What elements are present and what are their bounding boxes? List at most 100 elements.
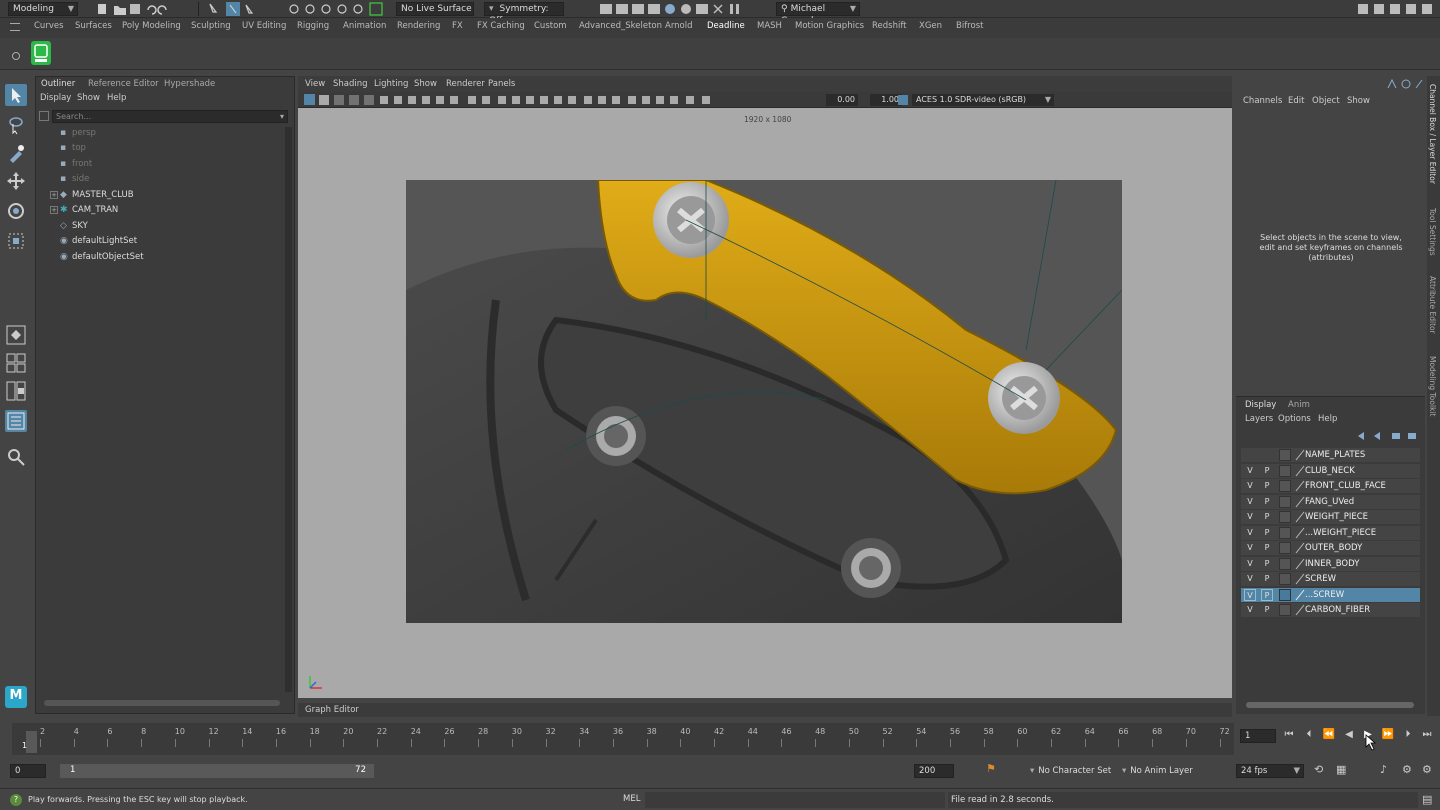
rotate-tool[interactable] — [5, 200, 27, 222]
current-frame-marker[interactable] — [26, 731, 37, 753]
animation-start-field[interactable]: 0 — [10, 764, 46, 778]
layer-playback-toggle[interactable]: P — [1261, 604, 1273, 616]
layer-color-swatch[interactable] — [1279, 558, 1291, 570]
render-tools[interactable] — [598, 2, 748, 16]
expand-master-club-icon[interactable]: + — [50, 191, 58, 199]
character-set-dropdown[interactable]: ▾ No Character Set — [1030, 764, 1114, 778]
viewport-menu-lighting[interactable]: Lighting — [374, 79, 408, 89]
command-input[interactable] — [645, 792, 945, 808]
current-frame-field[interactable]: 1 — [1240, 729, 1276, 743]
outliner-item-sky[interactable]: ◇ SKY — [60, 219, 88, 233]
shelf-menu-icon[interactable] — [10, 23, 20, 31]
shelf-tab-custom[interactable]: Custom — [534, 21, 567, 31]
layer-visibility-toggle[interactable]: V — [1244, 558, 1256, 570]
outliner-layout[interactable] — [5, 410, 27, 432]
layer-visibility-toggle[interactable]: V — [1244, 480, 1256, 492]
outliner-search-input[interactable]: Search... ▾ — [52, 110, 288, 123]
viewport-menu-shading[interactable]: Shading — [333, 79, 368, 89]
shelf-tab-mash[interactable]: MASH — [757, 21, 782, 31]
layer-color-swatch[interactable] — [1279, 542, 1291, 554]
side-tab-tool-settings[interactable]: Tool Settings — [1428, 208, 1437, 256]
layer-color-swatch[interactable] — [1279, 496, 1291, 508]
live-surface-field[interactable]: No Live Surface — [396, 2, 474, 16]
layer-playback-toggle[interactable] — [1261, 449, 1273, 461]
step-back-frame-button[interactable]: ⏴ — [1302, 728, 1316, 742]
mode-dropdown[interactable]: Modeling ▼ — [8, 2, 78, 16]
shelf-tab-deadline[interactable]: Deadline — [707, 21, 745, 31]
sound-icon[interactable]: ♪ — [1380, 763, 1387, 776]
layer-visibility-toggle[interactable]: V — [1244, 542, 1256, 554]
layer-visibility-toggle[interactable] — [1244, 449, 1256, 461]
channel-menu-show[interactable]: Show — [1347, 96, 1370, 106]
layer-playback-toggle[interactable]: P — [1261, 527, 1273, 539]
color-management-icon[interactable] — [898, 95, 908, 105]
filter-icon[interactable] — [39, 111, 49, 121]
outliner-item-front[interactable]: ▪ front — [60, 157, 92, 171]
channel-box-tools[interactable] — [1386, 78, 1426, 90]
four-view-layout[interactable] — [5, 352, 27, 374]
shelf-tab-animation[interactable]: Animation — [343, 21, 386, 31]
lasso-tool[interactable] — [5, 114, 27, 136]
outliner-item-default-light-set[interactable]: ◉ defaultLightSet — [60, 234, 137, 248]
paint-select-tool[interactable] — [5, 142, 27, 164]
step-forward-frame-button[interactable]: ⏵ — [1401, 728, 1415, 742]
tab-hypershade[interactable]: Hypershade — [164, 79, 215, 89]
single-perspective-layout[interactable] — [5, 324, 27, 346]
viewport-menu-show[interactable]: Show — [414, 79, 437, 89]
layer-row-front-club-face[interactable]: V P FRONT_CLUB_FACE — [1241, 479, 1420, 493]
layer-visibility-toggle[interactable]: V — [1244, 604, 1256, 616]
viewport-panel-tools[interactable] — [304, 94, 804, 106]
shelf-tab-poly-modeling[interactable]: Poly Modeling — [122, 21, 181, 31]
go-to-start-button[interactable]: ⏮ — [1282, 728, 1296, 742]
side-tab-channel-box[interactable]: Channel Box / Layer Editor — [1428, 84, 1437, 184]
layer-row-name-plates[interactable]: NAME_PLATES — [1241, 448, 1420, 462]
shelf-tab-arnold[interactable]: Arnold — [665, 21, 693, 31]
viewport-menu-renderer[interactable]: Renderer — [446, 79, 485, 89]
layer-menu-layers[interactable]: Layers — [1245, 414, 1273, 424]
layer-color-swatch[interactable] — [1279, 480, 1291, 492]
script-editor-icon[interactable]: ▤ — [1422, 793, 1432, 806]
channel-menu-channels[interactable]: Channels — [1243, 96, 1282, 106]
step-forward-key-button[interactable]: ⏩ — [1381, 728, 1395, 742]
side-tab-modeling-toolkit[interactable]: Modeling Toolkit — [1428, 356, 1437, 416]
select-tool[interactable] — [5, 84, 27, 106]
channel-menu-edit[interactable]: Edit — [1288, 96, 1304, 106]
layer-color-swatch[interactable] — [1279, 465, 1291, 477]
viewport-menu-view[interactable]: View — [305, 79, 325, 89]
tab-reference-editor[interactable]: Reference Editor — [88, 79, 159, 89]
layer-row-club-neck[interactable]: V P CLUB_NECK — [1241, 464, 1420, 478]
loop-icon[interactable]: ⟲ — [1314, 763, 1323, 776]
tab-display-layers[interactable]: Display — [1245, 400, 1276, 410]
fps-dropdown[interactable]: 24 fps ▼ — [1236, 764, 1304, 778]
playback-range-bar[interactable]: 1 72 — [60, 764, 374, 778]
shelf-tab-advanced-skeleton[interactable]: Advanced_Skeleton — [579, 21, 662, 31]
expand-cam-tran-icon[interactable]: + — [50, 206, 58, 214]
layer-color-swatch[interactable] — [1279, 604, 1291, 616]
layer-playback-toggle[interactable]: P — [1261, 496, 1273, 508]
layer-visibility-toggle[interactable]: V — [1244, 527, 1256, 539]
layer-row-weight-piece[interactable]: V P WEIGHT_PIECE — [1241, 510, 1420, 524]
layer-playback-toggle[interactable]: P — [1261, 542, 1273, 554]
playback-options-icon[interactable]: ⚙ — [1422, 763, 1432, 776]
tab-outliner[interactable]: Outliner — [41, 79, 75, 89]
menu-help[interactable]: Help — [107, 93, 126, 103]
time-slider-track[interactable]: 1 2 4 6 8 10 12 14 16 18 20 22 24 26 28 30 32 34 36 38 40 42… — [12, 723, 1234, 755]
layer-playback-toggle[interactable]: P — [1261, 558, 1273, 570]
outliner-item-persp[interactable]: ▪ persp — [60, 126, 96, 140]
symmetry-dropdown[interactable]: ▾Symmetry: Off — [484, 2, 564, 26]
layer-playback-toggle[interactable]: P — [1261, 465, 1273, 477]
layer-row-screw-2[interactable]: V P ...SCREW — [1241, 588, 1420, 602]
shelf-tab-surfaces[interactable]: Surfaces — [75, 21, 112, 31]
channel-menu-object[interactable]: Object — [1312, 96, 1340, 106]
layer-row-inner-body[interactable]: V P INNER_BODY — [1241, 557, 1420, 571]
step-back-key-button[interactable]: ⏪ — [1322, 728, 1336, 742]
exposure-field[interactable]: 0.00 — [826, 94, 858, 106]
viewport-menu-panels[interactable]: Panels — [488, 79, 515, 89]
scale-tool[interactable] — [5, 230, 27, 252]
play-backwards-button[interactable]: ◀ — [1342, 728, 1356, 742]
selection-snap-tools[interactable] — [206, 2, 386, 16]
outliner-item-top[interactable]: ▪ top — [60, 141, 86, 155]
deadline-submit-icon[interactable] — [30, 40, 52, 66]
outliner-horizontal-scrollbar[interactable] — [44, 700, 280, 706]
shelf-options-icon[interactable] — [12, 52, 20, 60]
